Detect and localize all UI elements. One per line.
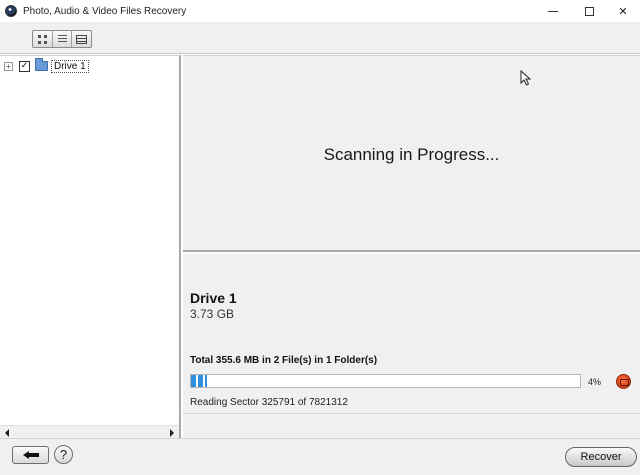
thumbnails-view-button[interactable] — [33, 31, 53, 47]
view-mode-group — [32, 30, 92, 48]
tree-item-label[interactable]: Drive 1 — [51, 59, 89, 73]
tree-item-drive-1[interactable]: + ✓ Drive 1 — [4, 58, 89, 73]
divider — [183, 413, 640, 414]
details-view-button[interactable] — [72, 31, 91, 47]
total-found-text: Total 355.6 MB in 2 File(s) in 1 Folder(… — [190, 355, 378, 366]
toolbar — [0, 22, 640, 54]
mouse-cursor-icon — [520, 70, 532, 86]
close-icon: ✕ — [618, 5, 628, 18]
window-title: Photo, Audio & Video Files Recovery — [23, 5, 187, 17]
back-button[interactable] — [12, 446, 49, 464]
folder-icon — [35, 58, 48, 71]
reading-sector-text: Reading Sector 325791 of 7821312 — [190, 397, 348, 408]
title-bar: Photo, Audio & Video Files Recovery ✕ — [0, 0, 640, 22]
progress-percent: 4% — [588, 377, 602, 387]
bottom-bar: ? Recover — [0, 438, 640, 475]
expand-icon[interactable]: + — [4, 61, 13, 71]
details-view-icon — [76, 34, 88, 44]
list-view-button[interactable] — [53, 31, 73, 47]
thumbnails-view-icon — [37, 34, 47, 44]
minimize-icon — [548, 10, 558, 12]
horizontal-scrollbar[interactable] — [0, 425, 179, 438]
app-icon — [5, 5, 17, 17]
scan-status-text: Scanning in Progress... — [323, 145, 500, 164]
progress-fill — [191, 375, 207, 387]
folder-tree[interactable]: + ✓ Drive 1 — [0, 55, 181, 438]
maximize-icon — [584, 6, 594, 16]
back-arrow-icon — [22, 451, 39, 459]
close-button[interactable]: ✕ — [606, 0, 640, 22]
recover-button[interactable]: Recover — [565, 447, 637, 467]
drive-size: 3.73 GB — [190, 307, 235, 321]
scroll-left-icon[interactable] — [5, 429, 9, 437]
app-window: Photo, Audio & Video Files Recovery ✕ + … — [0, 0, 640, 475]
list-view-icon — [57, 35, 67, 43]
drive-checkbox[interactable]: ✓ — [19, 60, 30, 72]
help-button[interactable]: ? — [54, 445, 73, 464]
scan-progress-bar — [190, 374, 581, 388]
scroll-right-icon[interactable] — [170, 429, 174, 437]
stop-scan-button[interactable] — [616, 374, 631, 389]
scan-status-area: Scanning in Progress... — [183, 55, 640, 252]
drive-detail-panel: Drive 1 3.73 GB Total 355.6 MB in 2 File… — [183, 254, 640, 438]
minimize-button[interactable] — [536, 0, 570, 22]
drive-name: Drive 1 — [190, 290, 237, 306]
maximize-button[interactable] — [572, 0, 606, 22]
